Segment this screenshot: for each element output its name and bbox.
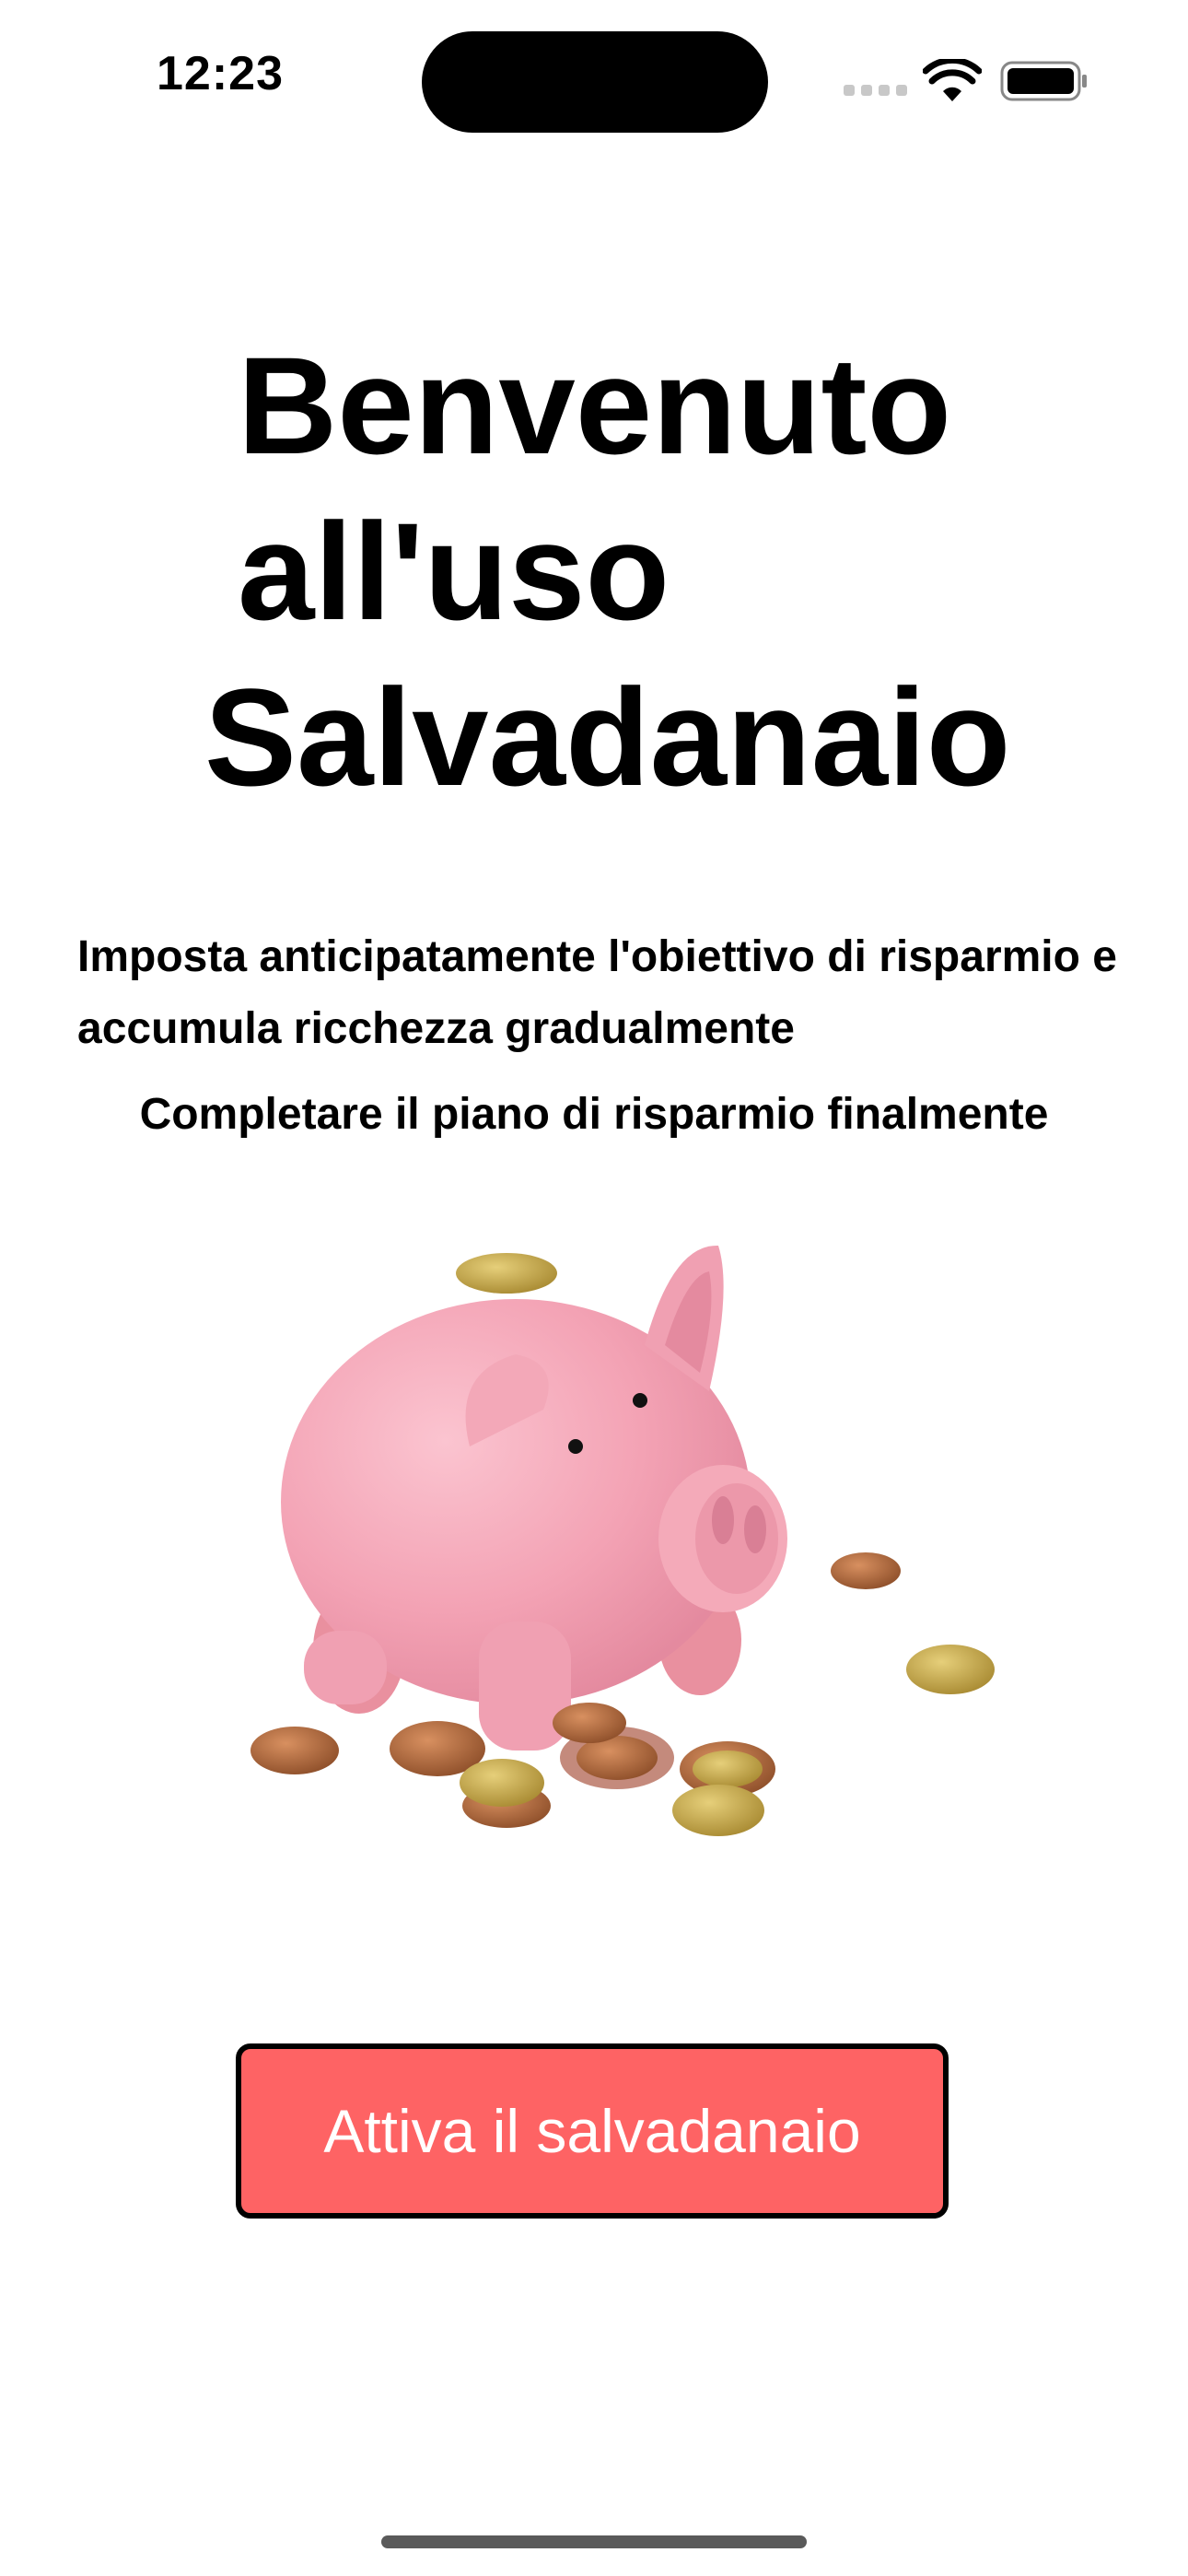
welcome-title-line-3: Salvadanaio — [204, 660, 1011, 814]
status-bar: 12:23 — [0, 0, 1188, 147]
wifi-icon — [923, 59, 982, 101]
battery-icon — [1000, 61, 1087, 101]
status-time: 12:23 — [157, 47, 284, 100]
welcome-title-line-1: Benvenuto — [238, 328, 952, 483]
welcome-title-line-2: all'uso — [238, 494, 670, 649]
activate-piggy-bank-button[interactable]: Attiva il salvadanaio — [236, 2043, 949, 2219]
welcome-description: Imposta anticipatamente l'obiettivo di r… — [77, 932, 1117, 1053]
cellular-signal-icon — [844, 85, 908, 98]
piggy-bank-icon — [250, 1245, 995, 1836]
home-indicator[interactable] — [381, 2535, 807, 2548]
dynamic-island — [422, 31, 768, 133]
welcome-subdescription: Completare il piano di risparmio finalme… — [139, 1090, 1049, 1139]
